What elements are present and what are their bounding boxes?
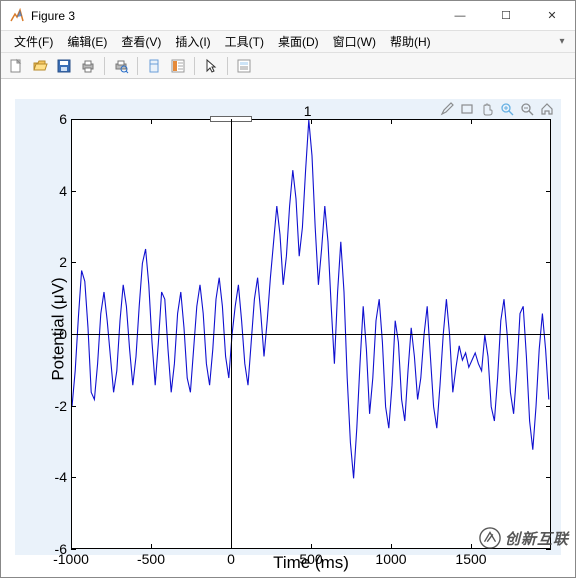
data-cursor-button[interactable] xyxy=(233,55,255,77)
open-folder-icon xyxy=(32,58,48,74)
print-icon xyxy=(80,58,96,74)
brush-icon xyxy=(440,102,454,116)
menu-overflow[interactable]: ▾ xyxy=(555,36,569,47)
x-tick-label: 1000 xyxy=(375,551,406,567)
menu-help[interactable]: 帮助(H) xyxy=(383,31,438,52)
zoom-out-icon xyxy=(520,102,534,116)
brush-tool[interactable] xyxy=(439,101,455,117)
window-title: Figure 3 xyxy=(31,9,75,23)
title-bar: Figure 3 — ☐ ✕ xyxy=(1,1,575,31)
zero-line-vertical xyxy=(231,119,232,549)
y-tick-label: -2 xyxy=(39,398,67,414)
insert-colorbar-button[interactable] xyxy=(167,55,189,77)
y-tick-label: 2 xyxy=(39,254,67,270)
x-tick-label: 0 xyxy=(227,551,235,567)
colorbar-icon xyxy=(170,58,186,74)
menu-view[interactable]: 查看(V) xyxy=(114,31,168,52)
new-figure-button[interactable] xyxy=(5,55,27,77)
home-icon xyxy=(540,102,554,116)
open-file-button[interactable] xyxy=(29,55,51,77)
menu-insert[interactable]: 插入(I) xyxy=(168,31,217,52)
toolbar-sep xyxy=(104,57,105,75)
toolbar-sep xyxy=(227,57,228,75)
data-cursor-icon xyxy=(236,58,252,74)
data-tips-tool[interactable] xyxy=(459,101,475,117)
hand-icon xyxy=(480,102,494,116)
menu-file[interactable]: 文件(F) xyxy=(7,31,60,52)
link-plot-button[interactable] xyxy=(143,55,165,77)
y-tick-label: 6 xyxy=(39,111,67,127)
toolbar-sep xyxy=(194,57,195,75)
maximize-button[interactable]: ☐ xyxy=(483,1,529,31)
figure-window: Figure 3 — ☐ ✕ 文件(F) 编辑(E) 查看(V) 插入(I) 工… xyxy=(0,0,576,578)
x-tick-label: 1500 xyxy=(455,551,486,567)
y-tick-label: 4 xyxy=(39,183,67,199)
line-series xyxy=(72,120,552,550)
zoom-in-tool[interactable] xyxy=(499,101,515,117)
series-label: 1 xyxy=(304,103,312,119)
save-figure-button[interactable] xyxy=(53,55,75,77)
x-tick-label: 500 xyxy=(299,551,322,567)
close-button[interactable]: ✕ xyxy=(529,1,575,31)
print-preview-icon xyxy=(113,58,129,74)
pointer-icon xyxy=(203,58,219,74)
menu-desktop[interactable]: 桌面(D) xyxy=(271,31,326,52)
print-figure-button[interactable] xyxy=(77,55,99,77)
zoom-in-icon xyxy=(500,102,514,116)
axes-toolbar xyxy=(439,101,555,117)
y-tick-label: 0 xyxy=(39,326,67,342)
minimize-button[interactable]: — xyxy=(437,1,483,31)
x-tick-label: -500 xyxy=(137,551,165,567)
menu-window[interactable]: 窗口(W) xyxy=(326,31,383,52)
menu-edit[interactable]: 编辑(E) xyxy=(60,31,114,52)
edit-plot-button[interactable] xyxy=(200,55,222,77)
menu-tools[interactable]: 工具(T) xyxy=(218,31,271,52)
matlab-icon xyxy=(9,8,25,24)
link-plot-icon xyxy=(146,58,162,74)
toolbar-sep xyxy=(137,57,138,75)
print-preview-button[interactable] xyxy=(110,55,132,77)
pan-tool[interactable] xyxy=(479,101,495,117)
save-icon xyxy=(56,58,72,74)
menu-bar: 文件(F) 编辑(E) 查看(V) 插入(I) 工具(T) 桌面(D) 窗口(W… xyxy=(1,31,575,53)
y-tick-label: -4 xyxy=(39,469,67,485)
new-file-icon xyxy=(8,58,24,74)
zoom-out-tool[interactable] xyxy=(519,101,535,117)
zero-line-horizontal xyxy=(71,334,551,335)
toolbar xyxy=(1,53,575,79)
figure-area: Potential (μV) Time (ms) -1000-500050010… xyxy=(1,81,575,577)
home-tool[interactable] xyxy=(539,101,555,117)
rectangle-icon xyxy=(460,102,474,116)
y-tick-label: -6 xyxy=(39,541,67,557)
